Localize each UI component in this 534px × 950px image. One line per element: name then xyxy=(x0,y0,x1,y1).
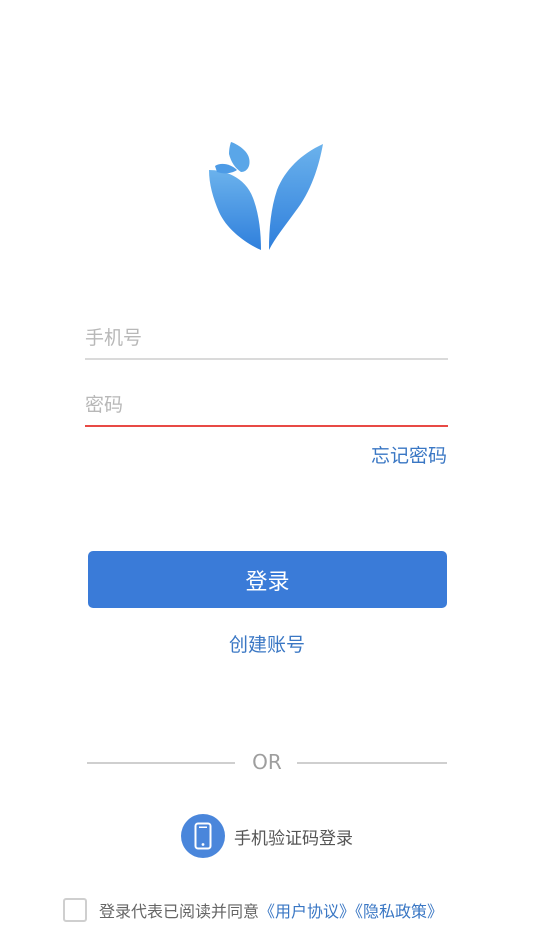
agreement-row: 登录代表已阅读并同意《用户协议》《隐私政策》 xyxy=(63,895,443,925)
agreement-checkbox[interactable] xyxy=(63,898,87,922)
divider-line-right xyxy=(297,762,447,764)
phone-input[interactable] xyxy=(85,323,448,353)
login-button-label: 登录 xyxy=(245,569,290,595)
user-agreement-link[interactable]: 《用户协议》 xyxy=(259,902,355,921)
phone-field[interactable] xyxy=(85,323,448,360)
phone-underline xyxy=(85,358,448,360)
or-divider: OR xyxy=(87,750,447,776)
sms-login-label: 手机验证码登录 xyxy=(234,828,353,849)
agreement-prefix: 登录代表已阅读并同意 xyxy=(99,902,260,921)
sprout-logo-icon xyxy=(209,142,323,250)
agreement-text: 登录代表已阅读并同意《用户协议》《隐私政策》 xyxy=(99,898,443,922)
login-button[interactable]: 登录 xyxy=(88,551,447,608)
password-input[interactable] xyxy=(85,390,448,420)
login-screen: 忘记密码 登录 创建账号 OR 手机验证码登录 登录代表已阅读并同意《用户协议》… xyxy=(0,0,534,950)
create-account-link[interactable]: 创建账号 xyxy=(0,630,534,657)
password-underline xyxy=(85,425,448,427)
privacy-policy-link[interactable]: 《隐私政策》 xyxy=(355,902,443,921)
password-field[interactable] xyxy=(85,390,448,427)
sms-login-button[interactable]: 手机验证码登录 xyxy=(181,814,353,858)
forgot-password-link[interactable]: 忘记密码 xyxy=(371,441,447,468)
phone-icon xyxy=(181,814,225,858)
